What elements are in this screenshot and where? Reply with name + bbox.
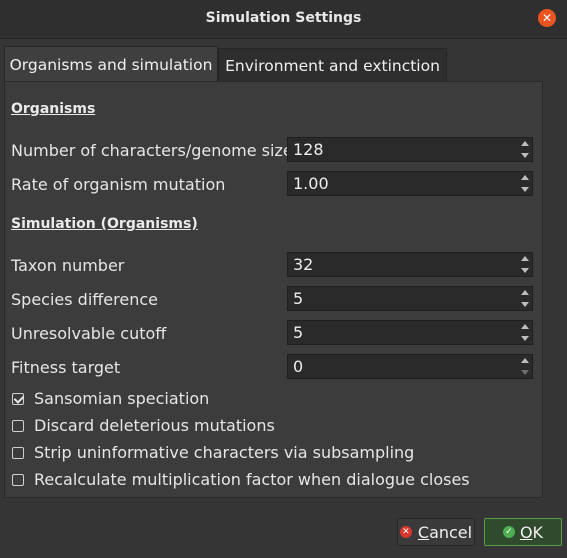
fitness-target-label: Fitness target [11,358,121,377]
fitness-target-spinbox[interactable]: 0 [287,354,533,379]
species-difference-spinbox[interactable]: 5 [287,286,533,311]
species-difference-label: Species difference [11,290,158,309]
section-heading-organisms: Organisms [11,101,96,117]
checkbox-unchecked-icon[interactable] [12,419,24,432]
spin-up-icon[interactable] [520,358,529,363]
genome-size-value[interactable]: 128 [293,140,324,159]
spin-down-icon[interactable] [520,268,529,273]
checkbox-label: Discard deleterious mutations [34,416,275,435]
unresolvable-cutoff-label: Unresolvable cutoff [11,324,167,343]
checkbox-label: Strip uninformative characters via subsa… [34,443,415,462]
spin-up-icon[interactable] [520,175,529,180]
ok-button[interactable]: ✓ OK [484,518,562,546]
genome-size-spinbox[interactable]: 128 [287,137,533,162]
close-icon: ✕ [541,11,553,25]
title-bar: Simulation Settings ✕ [0,0,567,39]
mutation-rate-value[interactable]: 1.00 [293,174,329,193]
spin-up-icon[interactable] [520,141,529,146]
checkbox-checked-icon[interactable] [12,392,24,405]
species-difference-value[interactable]: 5 [293,289,303,308]
section-heading-simulation: Simulation (Organisms) [11,216,198,232]
tab-organisms-and-simulation[interactable]: Organisms and simulation [4,46,218,82]
checkbox-strip-uninformative-characters[interactable]: Strip uninformative characters via subsa… [12,443,414,462]
checkbox-label: Recalculate multiplication factor when d… [34,470,470,489]
tab-label: Environment and extinction [225,56,440,75]
spin-up-icon[interactable] [520,256,529,261]
mutation-rate-label: Rate of organism mutation [11,175,226,194]
checkbox-unchecked-icon[interactable] [12,446,24,459]
mutation-rate-spinbox[interactable]: 1.00 [287,171,533,196]
checkbox-recalculate-multiplication-factor[interactable]: Recalculate multiplication factor when d… [12,470,470,489]
unresolvable-cutoff-value[interactable]: 5 [293,323,303,342]
spin-up-icon[interactable] [520,324,529,329]
ok-button-label: OK [519,522,544,542]
checkbox-sansomian-speciation[interactable]: Sansomian speciation [12,389,209,408]
checkbox-discard-deleterious-mutations[interactable]: Discard deleterious mutations [12,416,275,435]
spin-down-icon[interactable] [520,370,529,375]
cancel-button-label: Cancel [417,522,473,542]
spin-up-icon[interactable] [520,290,529,295]
spin-down-icon[interactable] [520,153,529,158]
close-button[interactable]: ✕ [538,9,556,27]
checkbox-label: Sansomian speciation [34,389,210,408]
checkbox-unchecked-icon[interactable] [12,473,24,486]
tab-environment-and-extinction[interactable]: Environment and extinction [218,48,447,82]
window-title: Simulation Settings [205,10,362,26]
taxon-number-label: Taxon number [11,256,125,275]
tab-label: Organisms and simulation [9,55,213,74]
check-icon: ✓ [502,526,515,538]
spin-down-icon[interactable] [520,336,529,341]
taxon-number-value[interactable]: 32 [293,255,313,274]
spin-down-icon[interactable] [520,302,529,307]
unresolvable-cutoff-spinbox[interactable]: 5 [287,320,533,345]
spin-down-icon[interactable] [520,187,529,192]
fitness-target-value[interactable]: 0 [293,357,303,376]
taxon-number-spinbox[interactable]: 32 [287,252,533,277]
genome-size-label: Number of characters/genome size [11,141,293,160]
cancel-icon: ✕ [399,526,412,538]
cancel-button[interactable]: ✕ Cancel [397,518,475,546]
